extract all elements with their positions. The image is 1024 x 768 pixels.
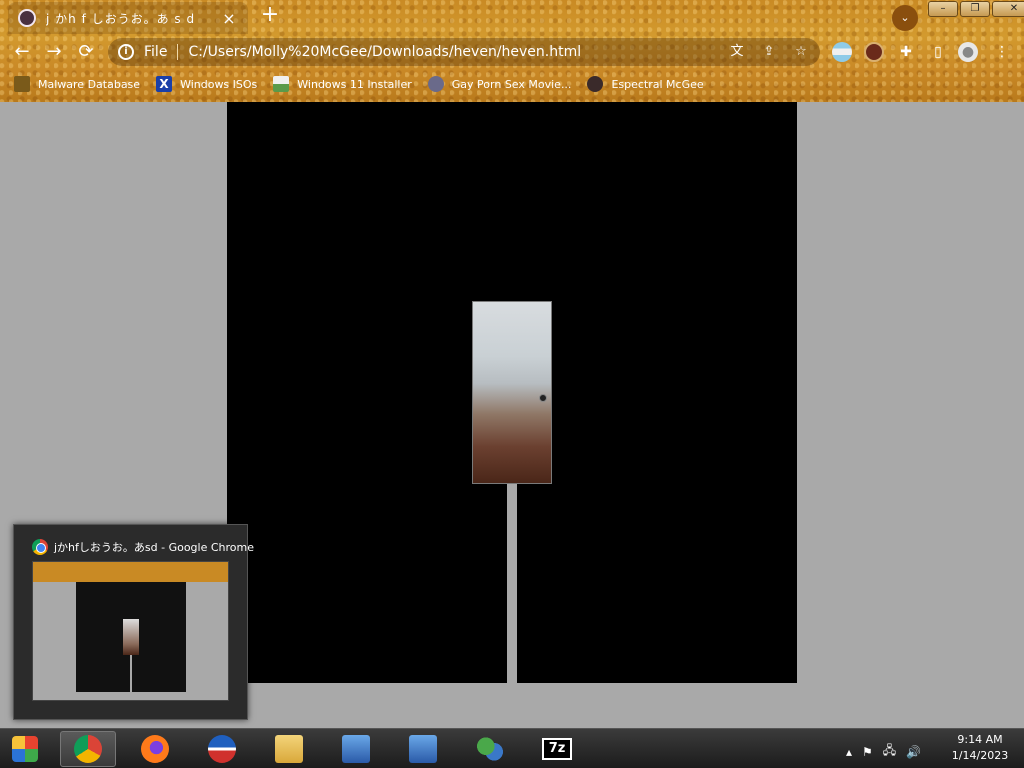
installer-icon bbox=[273, 76, 290, 92]
door-image[interactable] bbox=[472, 301, 552, 484]
tab-close-button[interactable]: × bbox=[220, 9, 238, 28]
firefox-icon bbox=[141, 735, 169, 763]
bookmark-label: Windows ISOs bbox=[180, 77, 258, 91]
taskbar-app-file-explorer[interactable] bbox=[261, 731, 317, 767]
forward-button[interactable]: → bbox=[42, 40, 66, 64]
url-text[interactable]: C:/Users/Molly%20McGee/Downloads/heven/h… bbox=[188, 44, 714, 60]
bookmarks-bar: Malware Database X Windows ISOs Windows … bbox=[0, 72, 1024, 96]
bookmark-label: Windows 11 Installer bbox=[297, 77, 412, 91]
chrome-menu-icon[interactable]: ⋮ bbox=[992, 42, 1012, 62]
extension-avatar-icon[interactable] bbox=[864, 42, 884, 62]
windows-logo-icon bbox=[12, 736, 38, 762]
maximize-button[interactable]: ❐ bbox=[960, 1, 990, 17]
translate-icon[interactable]: 文 bbox=[728, 43, 746, 61]
tab-strip: j かh f しおうお。あ s d × + ⌄ – ❐ ✕ bbox=[0, 0, 1024, 34]
address-bar[interactable]: i File C:/Users/Molly%20McGee/Downloads/… bbox=[108, 38, 820, 66]
malware-icon bbox=[14, 76, 30, 92]
taskbar-app-installer-1[interactable] bbox=[328, 731, 384, 767]
preview-door bbox=[123, 619, 139, 655]
taskbar-app-firefox[interactable] bbox=[127, 731, 183, 767]
tab-title: j かh f しおうお。あ s d bbox=[46, 11, 196, 26]
clock-date: 1/14/2023 bbox=[951, 749, 1009, 762]
preview-title-row: jかhfしおうお。あsd - Google Chrome bbox=[32, 539, 254, 555]
globe-icon bbox=[427, 76, 444, 92]
black-panel-left bbox=[227, 102, 507, 683]
back-button[interactable]: ← bbox=[10, 40, 34, 64]
system-tray: ▴ ⚑ 🖧 🔊 bbox=[846, 741, 921, 762]
taskbar-thumbnail-preview[interactable]: jかhfしおうお。あsd - Google Chrome bbox=[13, 524, 254, 720]
tab-active[interactable]: j かh f しおうお。あ s d × bbox=[8, 2, 248, 34]
obama-logo-icon bbox=[208, 735, 236, 763]
reload-button[interactable]: ⟳ bbox=[74, 40, 98, 64]
bookmark-malware-database[interactable]: Malware Database bbox=[14, 76, 140, 92]
preview-thumbnail[interactable] bbox=[32, 561, 229, 701]
avatar-icon bbox=[587, 76, 604, 92]
bookmark-label: Espectral McGee bbox=[611, 77, 704, 91]
extension-flag-icon[interactable] bbox=[832, 42, 852, 62]
browser-chrome: j かh f しおうお。あ s d × + ⌄ – ❐ ✕ ← → ⟳ i Fi… bbox=[0, 0, 1024, 102]
clock-time: 9:14 AM bbox=[957, 733, 1003, 746]
installer-icon bbox=[342, 735, 370, 763]
taskbar-app-network-people[interactable] bbox=[462, 731, 518, 767]
chrome-icon bbox=[32, 539, 48, 555]
tab-search-button[interactable]: ⌄ bbox=[892, 5, 918, 31]
url-scheme: File bbox=[144, 44, 168, 60]
action-center-flag-icon[interactable]: ⚑ bbox=[862, 745, 873, 759]
minimize-button[interactable]: – bbox=[928, 1, 958, 17]
preview-title: jかhfしおうお。あsd - Google Chrome bbox=[54, 541, 255, 554]
preview-chrome-bar bbox=[33, 562, 228, 582]
folder-icon bbox=[275, 735, 303, 763]
taskbar-app-installer-2[interactable] bbox=[395, 731, 451, 767]
taskbar-app-chrome[interactable] bbox=[60, 731, 116, 767]
people-icon bbox=[476, 735, 504, 763]
bookmark-label: Gay Porn Sex Movie... bbox=[451, 77, 572, 91]
new-tab-button[interactable]: + bbox=[258, 4, 282, 28]
site-info-icon[interactable]: i bbox=[118, 44, 134, 60]
bookmark-windows-11-installer[interactable]: Windows 11 Installer bbox=[273, 76, 412, 92]
url-separator bbox=[177, 44, 179, 60]
window-controls: – ❐ ✕ bbox=[928, 1, 1024, 17]
taskbar-app-7zip[interactable]: 7z bbox=[529, 731, 585, 767]
door-knob-icon bbox=[539, 394, 547, 402]
show-hidden-icons-button[interactable]: ▴ bbox=[846, 745, 852, 759]
side-panel-icon[interactable]: ▯ bbox=[928, 42, 948, 62]
taskbar-app-obama[interactable] bbox=[194, 731, 250, 767]
preview-gap bbox=[130, 655, 132, 692]
volume-icon[interactable]: 🔊 bbox=[906, 745, 921, 759]
bookmark-star-icon[interactable]: ☆ bbox=[792, 43, 810, 61]
installer-icon bbox=[409, 735, 437, 763]
close-window-button[interactable]: ✕ bbox=[992, 1, 1024, 17]
extensions-puzzle-icon[interactable]: ✚ bbox=[896, 42, 916, 62]
system-clock[interactable]: 9:14 AM 1/14/2023 bbox=[940, 732, 1020, 764]
7zip-icon: 7z bbox=[542, 738, 572, 760]
share-icon[interactable]: ⇪ bbox=[760, 43, 778, 61]
black-panel-right bbox=[517, 102, 797, 683]
bookmark-windows-isos[interactable]: X Windows ISOs bbox=[156, 76, 257, 92]
bookmark-gay-porn-sex-movie[interactable]: Gay Porn Sex Movie... bbox=[427, 76, 572, 92]
windows-x-icon: X bbox=[156, 76, 173, 92]
network-icon[interactable]: 🖧 bbox=[883, 741, 896, 762]
taskbar: 7z ▴ ⚑ 🖧 🔊 9:14 AM 1/14/2023 bbox=[0, 728, 1024, 768]
profile-icon[interactable]: ● bbox=[958, 42, 978, 62]
bookmark-espectral-mcgee[interactable]: Espectral McGee bbox=[587, 76, 704, 92]
bookmark-label: Malware Database bbox=[38, 77, 141, 91]
start-button[interactable] bbox=[4, 731, 48, 767]
browser-toolbar: ← → ⟳ i File C:/Users/Molly%20McGee/Down… bbox=[0, 36, 1024, 68]
tab-favicon-icon bbox=[18, 9, 36, 27]
chrome-icon bbox=[74, 735, 102, 763]
